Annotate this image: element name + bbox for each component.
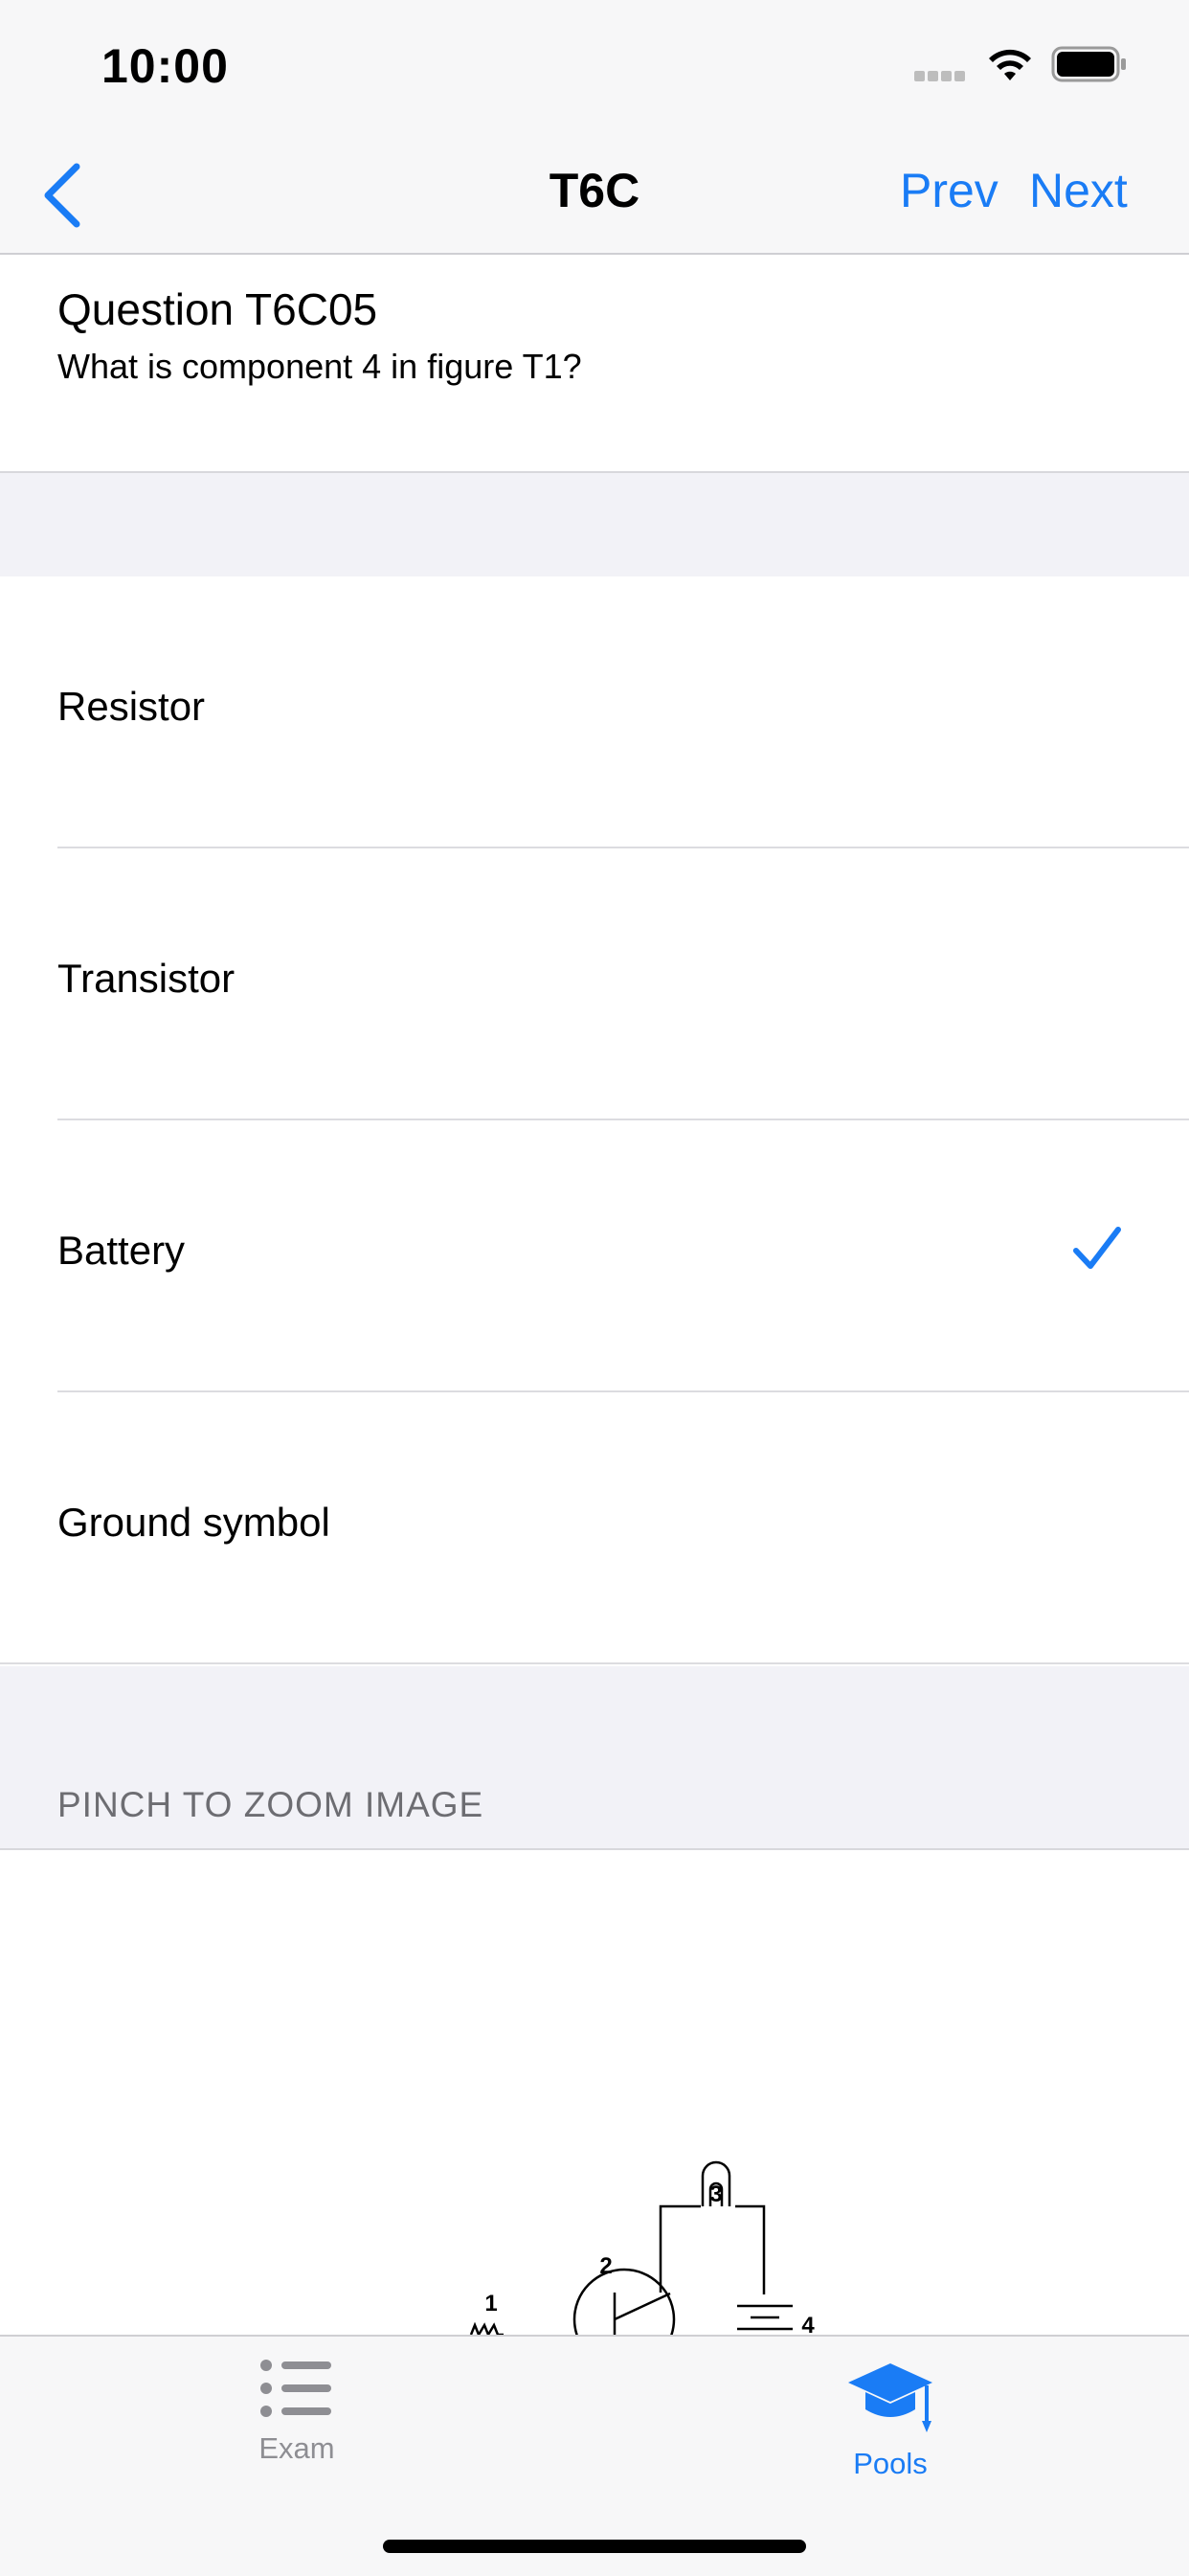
figure-label-1: 1 (484, 2291, 497, 2316)
answer-label: Resistor (57, 684, 206, 729)
answer-label: Ground symbol (57, 1500, 330, 1545)
battery-icon (1051, 46, 1126, 82)
answer-option-ground-symbol[interactable]: Ground symbol (0, 1392, 1189, 1664)
prev-button[interactable]: Prev (900, 163, 998, 218)
image-section-header: PINCH TO ZOOM IMAGE (0, 1666, 1189, 1850)
tab-label: Pools (853, 2447, 928, 2480)
figure-label-2: 2 (599, 2253, 612, 2279)
question-heading: Question T6C05 (57, 284, 378, 334)
wifi-icon (989, 49, 1031, 80)
answer-option-transistor[interactable]: Transistor (0, 848, 1189, 1120)
circuit-diagram: 1 2 3 4 (469, 2160, 815, 2335)
answer-option-battery[interactable]: Battery (0, 1120, 1189, 1392)
navigation-bar: T6C Prev Next (0, 134, 1189, 255)
answer-option-resistor[interactable]: Resistor (0, 576, 1189, 848)
checkmark-icon (1073, 1227, 1121, 1269)
graduation-cap-icon (848, 2363, 932, 2432)
question-card: Question T6C05 What is component 4 in fi… (0, 255, 1189, 471)
section-spacer (0, 471, 1189, 578)
figure-label-3: 3 (709, 2181, 722, 2207)
home-indicator[interactable] (383, 2540, 806, 2553)
answer-label: Battery (57, 1228, 186, 1273)
next-button[interactable]: Next (1029, 163, 1128, 218)
figure-label-4: 4 (801, 2313, 815, 2335)
list-icon (260, 2360, 331, 2417)
answer-label: Transistor (57, 956, 236, 1001)
answer-list: Resistor Transistor Battery Ground symbo… (0, 576, 1189, 1664)
status-time: 10:00 (101, 39, 229, 93)
page-title: T6C (549, 164, 640, 217)
question-text: What is component 4 in figure T1? (57, 347, 582, 386)
status-bar: 10:00 (0, 0, 1189, 134)
cellular-signal-icon (914, 69, 970, 81)
tab-exam[interactable]: Exam (201, 2358, 393, 2466)
row-divider (0, 1662, 1189, 1664)
zoomable-figure[interactable]: 1 2 3 4 (0, 1850, 1189, 2335)
section-header-label: PINCH TO ZOOM IMAGE (57, 1785, 484, 1824)
tab-label: Exam (258, 2431, 335, 2465)
tab-pools[interactable]: Pools (795, 2358, 986, 2481)
